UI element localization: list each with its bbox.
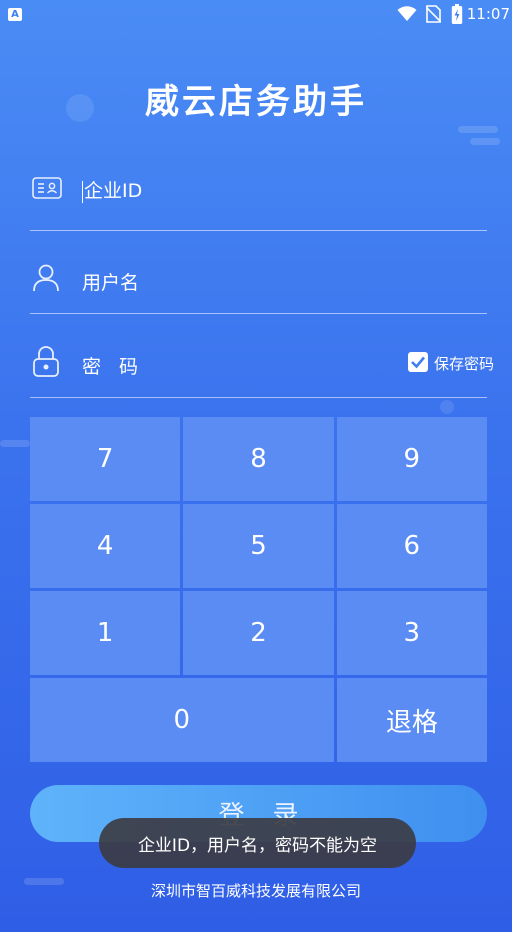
wifi-icon	[397, 6, 417, 21]
app-title: 威云店务助手	[145, 82, 367, 122]
save-password-label: 保存密码	[434, 355, 495, 373]
background-dash	[458, 126, 498, 133]
key-7[interactable]: 7	[30, 417, 181, 501]
error-toast: 企业ID，用户名，密码不能为空	[99, 818, 416, 868]
number-keypad: 7 8 9 4 5 6 1 2 3 0 退格	[30, 417, 487, 762]
key-6[interactable]: 6	[336, 504, 487, 588]
backspace-key[interactable]: 退格	[336, 678, 487, 762]
key-5[interactable]: 5	[183, 504, 334, 588]
key-3[interactable]: 3	[336, 591, 487, 675]
lock-icon	[33, 346, 59, 377]
username-input[interactable]: 用户名	[82, 268, 139, 295]
battery-icon	[451, 4, 463, 24]
company-footer: 深圳市智百威科技发展有限公司	[150, 882, 361, 900]
company-id-input[interactable]: 企业ID	[82, 176, 142, 203]
username-field[interactable]: 用户名	[30, 231, 487, 314]
notification-icon: A	[8, 8, 22, 21]
key-9[interactable]: 9	[336, 417, 487, 501]
company-id-field[interactable]: 企业ID	[30, 148, 487, 231]
company-id-placeholder: 企业ID	[84, 180, 143, 202]
checkbox-checked-icon[interactable]	[408, 352, 428, 372]
key-4[interactable]: 4	[30, 504, 181, 588]
key-2[interactable]: 2	[183, 591, 334, 675]
background-bubble	[440, 400, 454, 414]
key-1[interactable]: 1	[30, 591, 181, 675]
no-sim-icon	[426, 5, 441, 23]
key-0[interactable]: 0	[30, 678, 334, 762]
password-input[interactable]: 密码	[82, 352, 156, 379]
background-dash	[0, 440, 30, 447]
background-dash	[470, 138, 500, 145]
id-card-icon	[32, 177, 62, 199]
status-time: 11:07	[466, 5, 510, 23]
text-cursor	[82, 180, 83, 203]
save-password-toggle[interactable]: 保存密码	[408, 352, 504, 374]
key-8[interactable]: 8	[183, 417, 334, 501]
user-icon	[33, 264, 59, 292]
status-bar: A 11:07	[0, 0, 512, 30]
